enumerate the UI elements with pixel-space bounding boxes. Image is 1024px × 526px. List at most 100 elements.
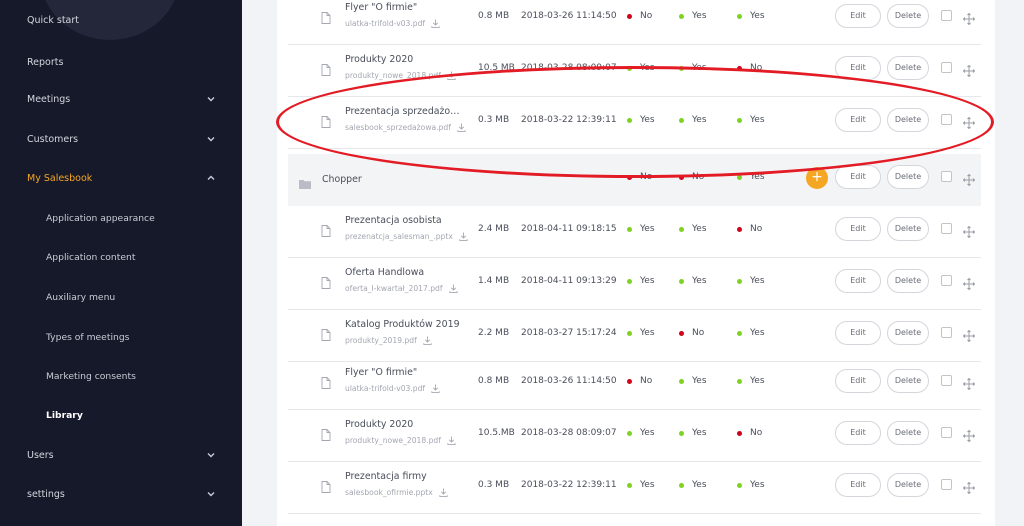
table-row[interactable]: Oferta Handlowa oferta_I-kwartał_2017.pdf… bbox=[288, 258, 981, 310]
drag-handle-icon[interactable] bbox=[962, 327, 976, 343]
download-icon[interactable] bbox=[447, 71, 456, 80]
sidebar-item-meetings[interactable]: Meetings bbox=[0, 84, 242, 114]
edit-button[interactable]: Edit bbox=[835, 108, 881, 132]
sidebar-item-quick-start[interactable]: Quick start bbox=[0, 5, 242, 35]
row-checkbox[interactable] bbox=[941, 275, 952, 286]
download-icon[interactable] bbox=[439, 488, 448, 497]
delete-button[interactable]: Delete bbox=[887, 217, 929, 241]
chevron-down-icon bbox=[207, 97, 215, 102]
download-icon[interactable] bbox=[431, 384, 440, 393]
status-text: Yes bbox=[750, 11, 765, 21]
row-checkbox[interactable] bbox=[941, 223, 952, 234]
drag-handle-icon[interactable] bbox=[962, 10, 976, 26]
table-row[interactable]: Prezentacja sprzedażow... salesbook_sprze… bbox=[288, 97, 981, 149]
table-row[interactable]: Flyer "O firmie" ulatka-trifold-v03.pdf 0.… bbox=[288, 358, 981, 410]
edit-button[interactable]: Edit bbox=[835, 56, 881, 80]
status-flag: No bbox=[679, 172, 704, 182]
library-table: Flyer "O firmie" ulatka-trifold-v03.pdf 0.… bbox=[277, 0, 995, 526]
download-icon[interactable] bbox=[457, 123, 466, 132]
sidebar-item-my-salesbook[interactable]: My Salesbook bbox=[0, 163, 242, 193]
row-checkbox[interactable] bbox=[941, 10, 952, 21]
download-icon[interactable] bbox=[431, 19, 440, 28]
table-row[interactable]: Prezentacja firmy salesbook_ofirmie.pptx 0… bbox=[288, 462, 981, 514]
folder-name: Chopper bbox=[322, 174, 362, 185]
folder-row[interactable]: Chopper No No Yes + Edit Delete bbox=[288, 154, 981, 206]
sidebar-item-settings[interactable]: settings bbox=[0, 479, 242, 509]
table-row[interactable]: Prezentacja osobista prezenatcja_salesman… bbox=[288, 206, 981, 258]
file-name: produkty_nowe_2018.pdf bbox=[345, 436, 441, 445]
edit-button[interactable]: Edit bbox=[835, 217, 881, 241]
file-date: 2018-03-26 11:14:50 bbox=[521, 376, 617, 386]
file-date: 2018-03-27 15:17:24 bbox=[521, 328, 617, 338]
delete-button[interactable]: Delete bbox=[887, 108, 929, 132]
row-checkbox[interactable] bbox=[941, 375, 952, 386]
status-text: No bbox=[750, 224, 763, 234]
sidebar-item-marketing-consents[interactable]: Marketing consents bbox=[0, 361, 242, 391]
delete-button[interactable]: Delete bbox=[887, 473, 929, 497]
add-button[interactable]: + bbox=[806, 167, 828, 189]
row-checkbox[interactable] bbox=[941, 62, 952, 73]
sidebar-item-customers[interactable]: Customers bbox=[0, 124, 242, 154]
row-checkbox[interactable] bbox=[941, 427, 952, 438]
status-text: No bbox=[640, 172, 653, 182]
drag-handle-icon[interactable] bbox=[962, 479, 976, 495]
download-icon[interactable] bbox=[423, 336, 432, 345]
status-text: Yes bbox=[692, 276, 707, 286]
file-name: prezenatcja_salesman_.pptx bbox=[345, 232, 453, 241]
file-date: 2018-03-22 12:39:11 bbox=[521, 115, 617, 125]
file-icon bbox=[321, 113, 331, 128]
status-text: Yes bbox=[692, 428, 707, 438]
status-flag: No bbox=[737, 224, 762, 234]
drag-handle-icon[interactable] bbox=[962, 62, 976, 78]
status-text: Yes bbox=[750, 276, 765, 286]
sidebar-item-library[interactable]: Library bbox=[0, 400, 242, 430]
drag-handle-icon[interactable] bbox=[962, 223, 976, 239]
delete-button[interactable]: Delete bbox=[887, 56, 929, 80]
drag-handle-icon[interactable] bbox=[962, 114, 976, 130]
sidebar-item-application-content[interactable]: Application content bbox=[0, 242, 242, 272]
table-row[interactable]: Produkty 2020 produkty_nowe_2018.pdf 10.5.… bbox=[288, 410, 981, 462]
delete-button[interactable]: Delete bbox=[887, 165, 929, 189]
download-icon[interactable] bbox=[447, 436, 456, 445]
delete-button[interactable]: Delete bbox=[887, 369, 929, 393]
drag-handle-icon[interactable] bbox=[962, 171, 976, 187]
status-dot bbox=[627, 278, 632, 284]
status-dot bbox=[679, 65, 684, 71]
row-checkbox[interactable] bbox=[941, 479, 952, 490]
edit-button[interactable]: Edit bbox=[835, 165, 881, 189]
sidebar-item-users[interactable]: Users bbox=[0, 440, 242, 470]
sidebar-item-auxiliary-menu[interactable]: Auxiliary menu bbox=[0, 282, 242, 312]
row-checkbox[interactable] bbox=[941, 114, 952, 125]
sidebar-item-reports[interactable]: Reports bbox=[0, 47, 242, 77]
edit-button[interactable]: Edit bbox=[835, 473, 881, 497]
delete-button[interactable]: Delete bbox=[887, 269, 929, 293]
edit-button[interactable]: Edit bbox=[835, 421, 881, 445]
download-icon[interactable] bbox=[459, 232, 468, 241]
sidebar-item-types-of-meetings[interactable]: Types of meetings bbox=[0, 322, 242, 352]
drag-handle-icon[interactable] bbox=[962, 375, 976, 391]
status-text: No bbox=[692, 172, 705, 182]
file-title: Katalog Produktów 2019 bbox=[345, 319, 460, 330]
row-checkbox[interactable] bbox=[941, 327, 952, 338]
status-text: No bbox=[640, 376, 653, 386]
drag-handle-icon[interactable] bbox=[962, 427, 976, 443]
edit-button[interactable]: Edit bbox=[835, 321, 881, 345]
edit-button[interactable]: Edit bbox=[835, 269, 881, 293]
edit-button[interactable]: Edit bbox=[835, 4, 881, 28]
delete-button[interactable]: Delete bbox=[887, 321, 929, 345]
delete-button[interactable]: Delete bbox=[887, 421, 929, 445]
table-row[interactable]: Katalog Produktów 2019 produkty_2019.pdf 2… bbox=[288, 310, 981, 362]
status-flag: Yes bbox=[627, 276, 655, 286]
status-text: No bbox=[750, 63, 763, 73]
table-row[interactable]: Produkty 2020 produkty_nowe_2018.pdf 10.5 … bbox=[288, 45, 981, 97]
sidebar-item-application-appearance[interactable]: Application appearance bbox=[0, 203, 242, 233]
table-row[interactable]: Flyer "O firmie" ulatka-trifold-v03.pdf 0.… bbox=[288, 0, 981, 45]
download-icon[interactable] bbox=[448, 284, 458, 293]
delete-button[interactable]: Delete bbox=[887, 4, 929, 28]
status-flag: Yes bbox=[737, 276, 765, 286]
file-title: Oferta Handlowa bbox=[345, 267, 425, 278]
edit-button[interactable]: Edit bbox=[835, 369, 881, 393]
drag-handle-icon[interactable] bbox=[962, 275, 976, 291]
status-flag: Yes bbox=[627, 63, 655, 73]
row-checkbox[interactable] bbox=[941, 171, 952, 182]
